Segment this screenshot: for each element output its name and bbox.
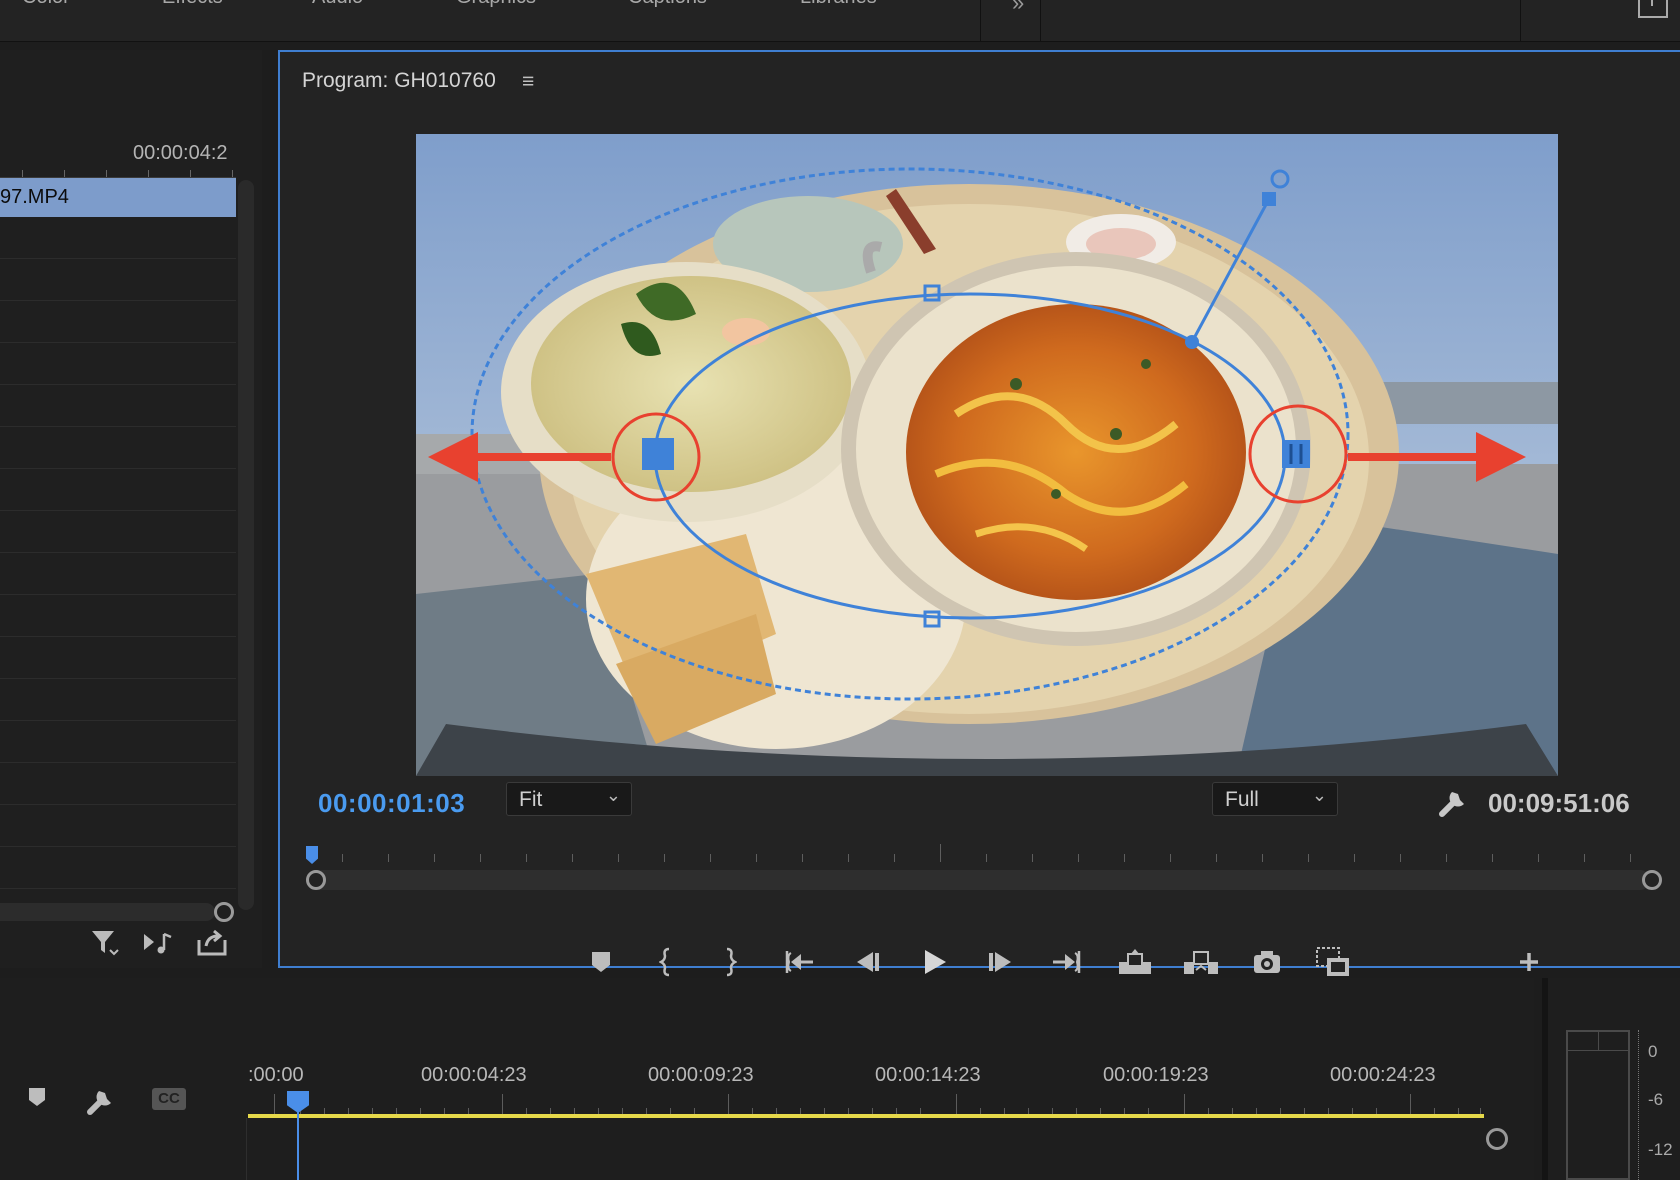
add-marker-icon[interactable] xyxy=(580,942,622,982)
go-to-in-icon[interactable] xyxy=(778,942,820,982)
step-back-icon[interactable] xyxy=(846,942,888,982)
workspace-bar: Color Effects Audio Graphics Captions Li… xyxy=(0,0,1680,42)
timeline-playhead-line xyxy=(297,1110,299,1180)
marker-icon[interactable] xyxy=(26,1086,48,1118)
timeline-time-3: 00:00:14:23 xyxy=(875,1064,981,1086)
insert-audio-icon[interactable] xyxy=(142,928,174,958)
zoom-handle[interactable] xyxy=(214,902,234,922)
current-timecode[interactable]: 00:00:01:03 xyxy=(318,788,465,819)
mark-in-icon[interactable] xyxy=(646,942,688,982)
step-forward-icon[interactable] xyxy=(980,942,1022,982)
project-panel: 00:00:04:2 97.MP4 xyxy=(0,50,262,968)
timeline-zoom-handle[interactable] xyxy=(1486,1128,1508,1150)
extract-icon[interactable] xyxy=(1180,942,1222,982)
workspace-tab-effects[interactable]: Effects xyxy=(162,0,223,9)
workspace-tab-audio[interactable]: Audio xyxy=(312,0,363,9)
chevron-down-icon: ⌄ xyxy=(1311,785,1327,805)
meter-scale xyxy=(1638,1030,1640,1180)
export-frame-icon[interactable] xyxy=(1246,942,1288,982)
zoom-dropdown[interactable]: Fit ⌄ xyxy=(506,782,632,816)
program-monitor: Program: GH010760 ≡ 00:00:01:03 Fit ⌄ Fu… xyxy=(278,50,1680,977)
panel-menu-icon[interactable]: ≡ xyxy=(522,70,534,94)
timeline-ruler[interactable] xyxy=(248,1088,1484,1114)
program-title: Program: GH010760 xyxy=(302,69,496,92)
workspace-tab-color[interactable]: Color xyxy=(22,0,70,9)
filter-icon[interactable] xyxy=(90,928,120,958)
captions-icon[interactable]: CC xyxy=(152,1088,186,1110)
mark-out-icon[interactable] xyxy=(708,942,750,982)
resolution-value: Full xyxy=(1225,788,1259,811)
work-area-bar[interactable] xyxy=(248,1114,1484,1118)
lift-icon[interactable] xyxy=(1114,942,1156,982)
timeline-time-5: 00:00:24:23 xyxy=(1330,1064,1436,1086)
video-frame[interactable] xyxy=(416,134,1558,776)
workspace-tab-libraries[interactable]: Libraries xyxy=(800,0,877,9)
timeline-panel xyxy=(0,978,1534,1180)
source-ruler xyxy=(0,168,236,178)
zoom-value: Fit xyxy=(519,788,543,811)
timeline-time-1: 00:00:04:23 xyxy=(421,1064,527,1086)
transport-controls xyxy=(280,942,1680,982)
meter-label-6: -6 xyxy=(1648,1090,1664,1109)
zoom-bar-right-handle[interactable] xyxy=(1642,870,1662,890)
audio-meter xyxy=(1566,1030,1630,1180)
go-to-out-icon[interactable] xyxy=(1046,942,1088,982)
panel-maximize-icon[interactable] xyxy=(1638,0,1668,18)
duration-timecode: 00:09:51:06 xyxy=(1488,788,1630,818)
timeline-time-0: :00:00 xyxy=(248,1064,304,1086)
vertical-scrollbar[interactable] xyxy=(238,180,254,910)
settings-wrench-icon[interactable] xyxy=(1436,786,1470,820)
timeline-time-2: 00:00:09:23 xyxy=(648,1064,754,1086)
chevron-down-icon: ⌄ xyxy=(605,785,621,805)
clip-item[interactable]: 97.MP4 xyxy=(0,178,236,217)
horizontal-scrollbar[interactable] xyxy=(0,903,215,921)
captions-label: CC xyxy=(158,1090,180,1107)
comparison-view-icon[interactable] xyxy=(1312,942,1354,982)
meter-label-12: -12 xyxy=(1648,1140,1673,1159)
workspace-overflow-icon[interactable]: » xyxy=(1012,0,1024,16)
add-button-icon[interactable] xyxy=(1508,942,1550,982)
program-zoom-bar[interactable] xyxy=(310,870,1650,890)
play-icon[interactable] xyxy=(914,942,956,982)
export-icon[interactable] xyxy=(196,928,228,958)
mask-overlay[interactable] xyxy=(416,134,1558,776)
meter-label-0: 0 xyxy=(1648,1042,1658,1061)
workspace-tab-captions[interactable]: Captions xyxy=(628,0,707,9)
source-ruler-time: 00:00:04:2 xyxy=(133,142,228,164)
workspace-tab-graphics[interactable]: Graphics xyxy=(456,0,536,9)
resolution-dropdown[interactable]: Full ⌄ xyxy=(1212,782,1338,816)
zoom-bar-left-handle[interactable] xyxy=(306,870,326,890)
wrench-icon[interactable] xyxy=(84,1086,116,1118)
timeline-time-4: 00:00:19:23 xyxy=(1103,1064,1209,1086)
program-time-ruler[interactable] xyxy=(302,842,1662,862)
clip-name: 97.MP4 xyxy=(0,186,69,208)
